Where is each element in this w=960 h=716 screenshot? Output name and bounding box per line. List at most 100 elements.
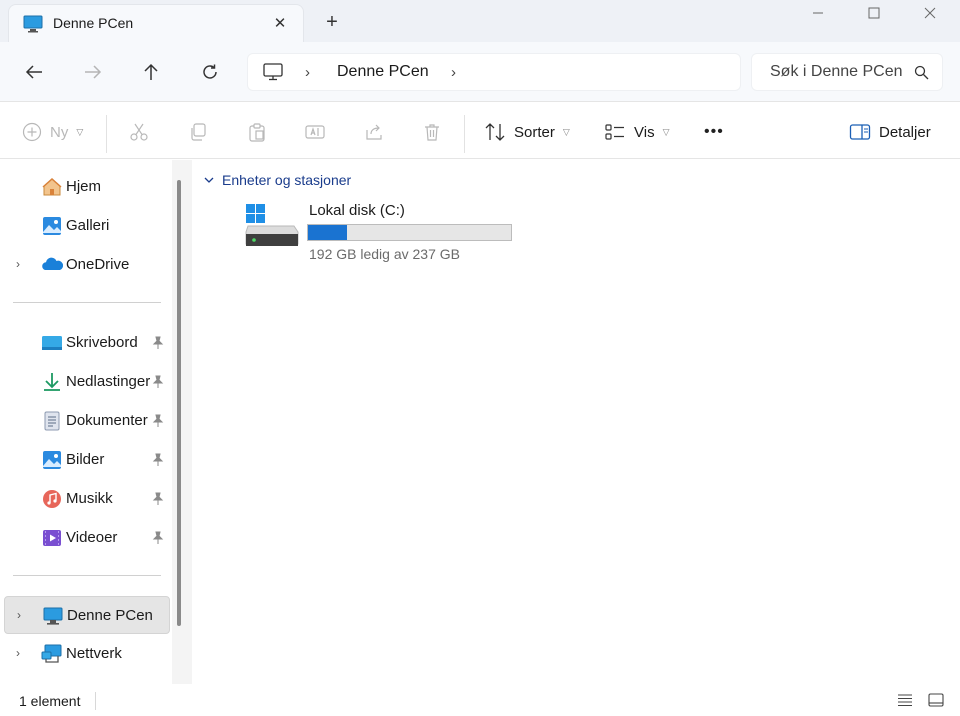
command-bar: Ny ▽ Sorter ▽ Vis ▽ ••• Detaljer (0, 103, 960, 159)
sidebar-divider (13, 575, 161, 576)
sort-label: Sorter (514, 123, 555, 141)
videos-icon (41, 527, 63, 549)
more-options-button[interactable]: ••• (704, 119, 724, 145)
navigation-bar: › Denne PCen › (0, 42, 960, 102)
sidebar-item-label: Nedlastinger (66, 373, 151, 390)
pin-icon[interactable] (152, 336, 164, 353)
sidebar-item-musikk[interactable]: Musikk (4, 480, 170, 518)
onedrive-icon (41, 254, 64, 276)
arrow-right-icon (85, 65, 102, 79)
desktop-icon (41, 332, 63, 354)
address-bar[interactable]: › Denne PCen › (247, 53, 741, 91)
monitor-icon (263, 63, 283, 84)
rename-button[interactable] (305, 119, 325, 145)
chevron-down-icon: ▽ (76, 126, 84, 137)
details-button[interactable]: Detaljer (849, 119, 931, 145)
drive-item-c[interactable]: Lokal disk (C:) 192 GB ledig av 237 GB (242, 198, 522, 268)
sidebar-item-label: Musikk (66, 490, 113, 507)
view-button[interactable]: Vis ▽ (604, 119, 670, 145)
sidebar-item-videoer[interactable]: Videoer (4, 519, 170, 557)
back-button[interactable] (18, 56, 50, 88)
sidebar-item-skrivebord[interactable]: Skrivebord (4, 324, 170, 362)
forward-button[interactable] (77, 56, 109, 88)
group-header-devices[interactable]: Enheter og stasjoner (204, 172, 351, 188)
sidebar-item-onedrive[interactable]: › OneDrive (4, 246, 170, 284)
search-box[interactable] (751, 53, 943, 91)
sidebar-item-label: Dokumenter (66, 412, 148, 429)
sidebar-item-label: Denne PCen (67, 607, 153, 624)
view-list-icon (605, 124, 624, 140)
sidebar-item-hjem[interactable]: Hjem (4, 168, 170, 206)
tiles-view-button[interactable] (926, 690, 946, 710)
view-label: Vis (634, 123, 655, 141)
trash-icon (425, 124, 439, 141)
pin-icon[interactable] (152, 453, 164, 470)
breadcrumb-denne-pcen[interactable]: Denne PCen (337, 63, 429, 81)
sidebar-item-label: Nettverk (66, 645, 122, 662)
home-icon (41, 176, 63, 198)
close-icon (924, 7, 936, 19)
sort-icon (485, 123, 505, 141)
sidebar-item-nettverk[interactable]: › Nettverk (4, 635, 170, 673)
pin-icon[interactable] (152, 531, 164, 548)
chevron-right-icon[interactable]: › (305, 64, 310, 81)
sidebar-item-label: Galleri (66, 217, 110, 234)
close-tab-button[interactable]: ✕ (267, 11, 293, 37)
drive-free-space: 192 GB ledig av 237 GB (309, 246, 460, 262)
minimize-button[interactable] (790, 0, 846, 26)
new-tab-button[interactable]: + (318, 8, 346, 36)
drive-name: Lokal disk (C:) (309, 202, 405, 219)
sort-button[interactable]: Sorter ▽ (484, 119, 570, 145)
share-icon (366, 124, 382, 140)
share-button[interactable] (364, 119, 384, 145)
sidebar-item-label: Bilder (66, 451, 105, 468)
music-icon (41, 488, 63, 510)
arrow-up-icon (144, 63, 158, 80)
cut-button[interactable] (129, 119, 149, 145)
sidebar-item-bilder[interactable]: Bilder (4, 441, 170, 479)
close-window-button[interactable] (902, 0, 958, 26)
minimize-icon (813, 12, 823, 14)
gallery-icon (41, 215, 63, 237)
divider (106, 115, 107, 153)
search-input[interactable] (752, 54, 902, 90)
sidebar-item-galleri[interactable]: Galleri (4, 207, 170, 245)
sidebar-item-label: Skrivebord (66, 334, 138, 351)
sidebar-item-denne-pcen[interactable]: › Denne PCen (4, 596, 170, 634)
maximize-button[interactable] (846, 0, 902, 26)
sidebar-divider (13, 302, 161, 303)
chevron-right-icon[interactable]: › (16, 257, 20, 271)
copy-button[interactable] (188, 119, 208, 145)
plus-circle-icon (22, 122, 42, 142)
sidebar-scrollbar-track[interactable] (172, 160, 192, 684)
sidebar-item-dokumenter[interactable]: Dokumenter (4, 402, 170, 440)
pin-icon[interactable] (152, 414, 164, 431)
status-divider (95, 692, 96, 710)
search-icon[interactable] (914, 65, 929, 83)
tab-denne-pcen[interactable]: Denne PCen ✕ (8, 4, 304, 42)
pin-icon[interactable] (152, 492, 164, 509)
downloads-icon (41, 371, 63, 393)
sidebar-item-label: Videoer (66, 529, 118, 546)
sidebar-item-label: OneDrive (66, 256, 130, 273)
details-view-icon (898, 694, 912, 707)
paste-button[interactable] (247, 119, 267, 145)
chevron-right-icon[interactable]: › (451, 64, 456, 81)
chevron-down-icon: ▽ (662, 126, 670, 137)
tab-title: Denne PCen (53, 15, 134, 31)
sidebar-scrollbar-thumb[interactable] (177, 180, 181, 626)
network-icon (41, 643, 63, 665)
refresh-button[interactable] (194, 56, 226, 88)
sidebar-item-nedlastinger[interactable]: Nedlastinger (4, 363, 170, 401)
new-button[interactable]: Ny ▽ (22, 119, 83, 145)
sidebar-item-label: Hjem (66, 178, 102, 195)
details-view-button[interactable] (895, 690, 915, 710)
chevron-right-icon[interactable]: › (17, 608, 21, 622)
pin-icon[interactable] (152, 375, 164, 392)
item-count: 1 element (19, 693, 81, 709)
content-area: Enheter og stasjoner Lokal disk (C:) 192… (192, 160, 960, 684)
up-button[interactable] (135, 56, 167, 88)
new-label: Ny (50, 123, 69, 141)
delete-button[interactable] (422, 119, 442, 145)
chevron-right-icon[interactable]: › (16, 646, 20, 660)
